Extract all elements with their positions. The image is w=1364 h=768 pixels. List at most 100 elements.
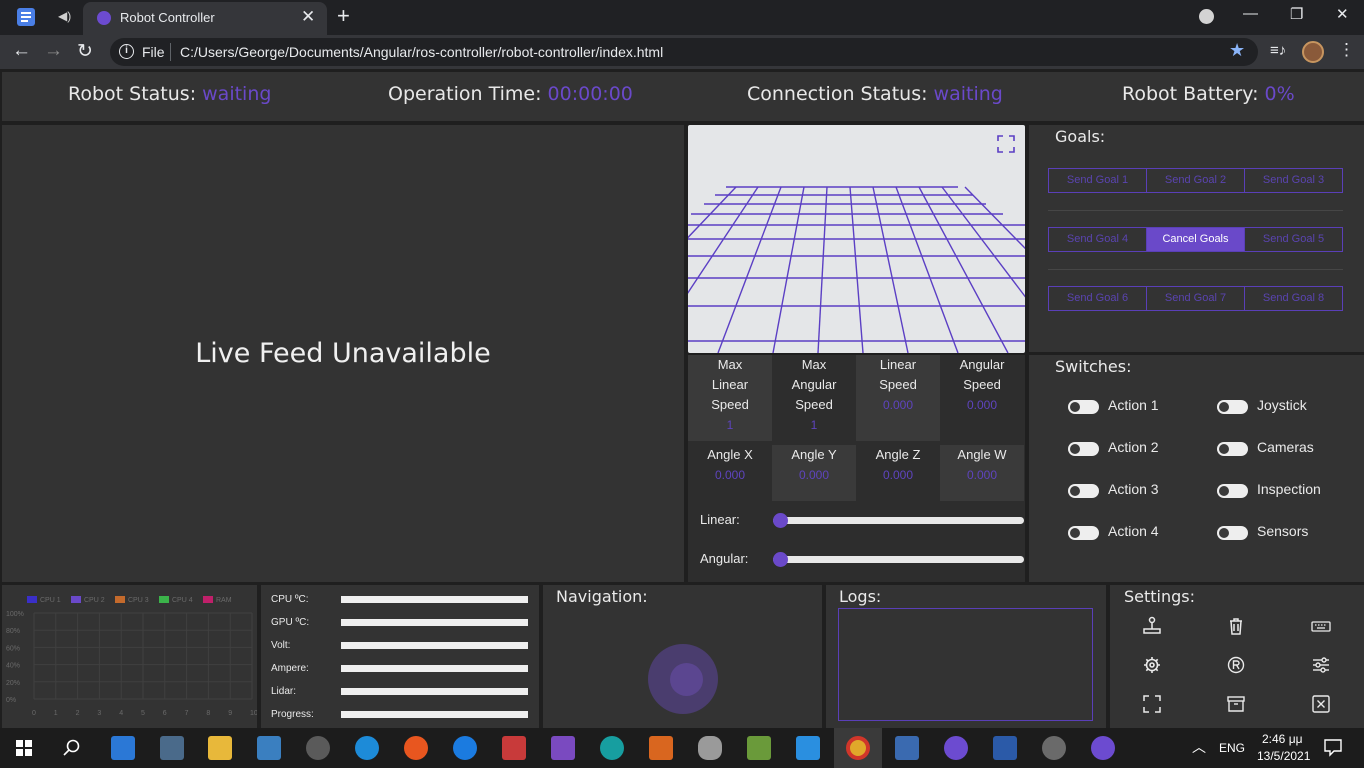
close-box-icon[interactable] [1309, 694, 1333, 714]
url-divider [170, 43, 171, 61]
send-goal-5-button[interactable]: Send Goal 5 [1245, 228, 1342, 251]
live-feed-panel: Live Feed Unavailable [2, 125, 684, 582]
teamviewer-icon[interactable] [453, 736, 477, 760]
toggle-switch[interactable] [1217, 484, 1248, 498]
sliders-icon[interactable] [1309, 655, 1333, 675]
x-tick-label: 2 [76, 710, 80, 717]
reload-icon[interactable]: ↻ [77, 40, 93, 63]
tray-chevron-icon[interactable]: ︿ [1192, 737, 1206, 757]
send-goal-4-button[interactable]: Send Goal 4 [1049, 228, 1147, 251]
toggle-switch[interactable] [1068, 442, 1099, 456]
profile-avatar[interactable] [1302, 41, 1324, 63]
browser-toolbar: ← → ↻ i File C:/Users/George/Documents/A… [0, 35, 1364, 69]
linear-slider-thumb[interactable] [773, 513, 788, 528]
toggle-switch[interactable] [1068, 400, 1099, 414]
network-tool-icon[interactable] [895, 736, 919, 760]
tab-robot-controller[interactable]: Robot Controller ✕ [83, 2, 327, 35]
status-bar: Robot Status: waiting Operation Time: 00… [2, 72, 1364, 121]
bookmark-star-icon[interactable]: ★ [1229, 40, 1245, 61]
notepad-plus-plus-icon[interactable] [747, 736, 771, 760]
joystick-base[interactable] [648, 644, 718, 714]
clock-date[interactable]: 13/5/2021 [1257, 749, 1310, 763]
new-tab-icon[interactable]: + [337, 3, 350, 29]
forward-icon[interactable]: → [44, 40, 63, 62]
search-icon[interactable] [63, 739, 81, 757]
linear-slider-track[interactable] [773, 517, 1024, 524]
restore-icon[interactable]: ❐ [1290, 5, 1303, 23]
toggle-switch[interactable] [1068, 484, 1099, 498]
notification-center-icon[interactable] [1324, 739, 1342, 757]
toggle-switch[interactable] [1068, 526, 1099, 540]
joystick-knob[interactable] [670, 663, 703, 696]
switch-label: Action 2 [1108, 439, 1159, 455]
vscode-icon[interactable] [796, 736, 820, 760]
operation-time-label: Operation Time: [388, 83, 542, 105]
tab-search-icon[interactable] [1199, 9, 1214, 24]
speed-stats-panel: Max Linear Speed 1 Max Angular Speed 1 L… [688, 355, 1025, 582]
fullscreen-icon[interactable] [997, 135, 1015, 153]
angle-x-value: 0.000 [714, 468, 746, 482]
send-goal-8-button[interactable]: Send Goal 8 [1245, 287, 1342, 310]
registered-icon[interactable] [1224, 655, 1248, 675]
word-icon[interactable] [993, 736, 1017, 760]
cancel-goals-button[interactable]: Cancel Goals [1147, 228, 1245, 251]
file-explorer-icon[interactable] [208, 736, 232, 760]
keyboard-icon[interactable] [1309, 616, 1333, 636]
x-tick-label: 10 [250, 710, 257, 717]
minimize-icon[interactable]: — [1243, 5, 1258, 22]
windows-start-icon[interactable] [16, 740, 32, 756]
send-goal-7-button[interactable]: Send Goal 7 [1147, 287, 1245, 310]
connection-status-value: waiting [933, 83, 1003, 105]
cpu-temp-label: CPU ºC: [271, 594, 309, 605]
firefox-icon[interactable] [404, 736, 428, 760]
info-icon[interactable]: i [119, 44, 134, 59]
3d-viewer[interactable] [688, 125, 1025, 353]
visual-studio-icon[interactable] [551, 736, 575, 760]
close-window-icon[interactable]: ✕ [1336, 5, 1349, 23]
legend-label: RAM [216, 597, 232, 604]
matlab-icon[interactable] [649, 736, 673, 760]
toggle-switch[interactable] [1217, 442, 1248, 456]
remote-desktop-icon[interactable] [257, 736, 281, 760]
edge-browser-icon[interactable] [355, 736, 379, 760]
calculator-app-icon[interactable] [160, 736, 184, 760]
legend-swatch [159, 596, 169, 603]
fullscreen-icon[interactable] [1140, 694, 1164, 714]
toggle-switch[interactable] [1217, 526, 1248, 540]
document-app-icon[interactable] [17, 8, 35, 26]
gear-icon[interactable] [1140, 655, 1164, 675]
angular-slider-thumb[interactable] [773, 552, 788, 567]
trash-icon[interactable] [1224, 616, 1248, 636]
navigation-panel: Navigation: [543, 585, 822, 728]
chrome-icon[interactable] [846, 736, 870, 760]
url-text[interactable]: C:/Users/George/Documents/Angular/ros-co… [180, 44, 663, 60]
joystick-icon[interactable] [1140, 616, 1164, 636]
audio-playing-icon[interactable]: ◀) [58, 9, 71, 23]
back-icon[interactable]: ← [12, 40, 31, 62]
angular-slider-track[interactable] [773, 556, 1024, 563]
send-goal-1-button[interactable]: Send Goal 1 [1049, 169, 1147, 192]
send-goal-2-button[interactable]: Send Goal 2 [1147, 169, 1245, 192]
log-output[interactable] [838, 608, 1093, 721]
media-control-icon[interactable]: ≡♪ [1270, 42, 1286, 59]
send-goal-6-button[interactable]: Send Goal 6 [1049, 287, 1147, 310]
clock-time[interactable]: 2:46 μμ [1262, 732, 1303, 746]
arduino-icon[interactable] [600, 736, 624, 760]
kebab-menu-icon[interactable]: ⋮ [1338, 40, 1355, 60]
office-app-icon[interactable] [502, 736, 526, 760]
toggle-switch[interactable] [1217, 400, 1248, 414]
close-tab-icon[interactable]: ✕ [301, 7, 315, 27]
archive-icon[interactable] [1224, 694, 1248, 714]
database-icon[interactable] [698, 736, 722, 760]
ros-app-secondary-icon[interactable] [1091, 736, 1115, 760]
goals-panel: Goals: Send Goal 1 Send Goal 2 Send Goal… [1029, 125, 1364, 352]
ros-app-icon[interactable] [944, 736, 968, 760]
send-goal-3-button[interactable]: Send Goal 3 [1245, 169, 1342, 192]
browser-tab-bar: ◀) Robot Controller ✕ + — ❐ ✕ [0, 0, 1364, 35]
gimp-icon[interactable] [306, 736, 330, 760]
mail-app-icon[interactable] [111, 736, 135, 760]
language-indicator[interactable]: ENG [1219, 741, 1245, 755]
address-bar[interactable]: i File C:/Users/George/Documents/Angular… [110, 38, 1258, 66]
angle-w-label: Angle W [957, 447, 1007, 462]
gimp-editor-icon[interactable] [1042, 736, 1066, 760]
